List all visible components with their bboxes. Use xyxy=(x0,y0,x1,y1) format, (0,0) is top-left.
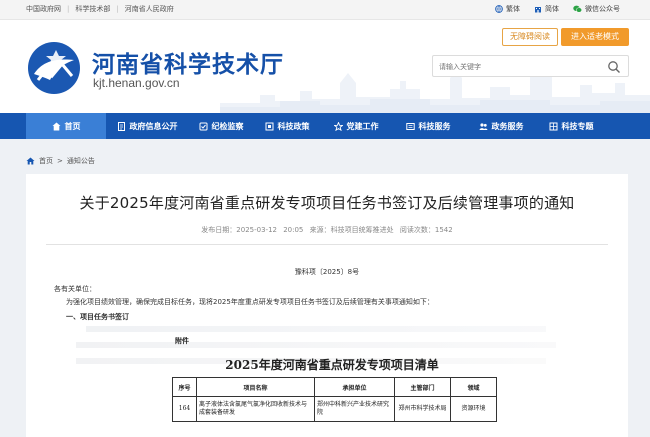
elder-mode-button[interactable]: 进入适老模式 xyxy=(561,28,629,46)
nav-item-label: 科技服务 xyxy=(418,121,451,131)
blurred-text-line xyxy=(86,326,546,332)
search-icon[interactable] xyxy=(607,60,621,74)
title-divider xyxy=(46,244,608,245)
view-count: 阅读次数：1542 xyxy=(399,226,453,234)
col-header-field: 领域 xyxy=(450,377,497,397)
inspect-icon xyxy=(199,122,207,130)
breadcrumb: 首页 > 通知公告 xyxy=(26,156,95,166)
nav-item-label: 党建工作 xyxy=(346,121,379,131)
home-icon[interactable] xyxy=(26,157,35,165)
link-gov-cn[interactable]: 中国政府网 xyxy=(26,4,61,14)
topic-icon xyxy=(549,122,557,130)
col-header-unit: 承担单位 xyxy=(314,377,395,397)
project-list-title: 2025年度河南省重点研发专项项目清单 xyxy=(225,358,439,372)
link-henan-gov[interactable]: 河南省人民政府 xyxy=(125,4,174,14)
nav-item[interactable]: 政府信息公开 xyxy=(106,113,188,139)
top-utility-bar: 中国政府网 | 科学技术部 | 河南省人民政府 繁体 简体 微信公众号 xyxy=(0,0,650,20)
separator: | xyxy=(67,5,70,13)
table-row: 164 离子液体法含氯尾气氯净化回收新技术与成套装备研发 郑州中科新兴产业技术研… xyxy=(172,396,497,422)
service-icon xyxy=(405,122,415,130)
simplified-label: 简体 xyxy=(545,5,559,13)
site-header: 河南省科学技术厅 kjt.henan.gov.cn 无障碍阅读 进入适老模式 xyxy=(0,20,650,113)
article-title: 关于2025年度河南省重点研发专项项目任务书签订及后续管理事项的通知 xyxy=(79,194,575,212)
search-box xyxy=(432,55,629,77)
wechat-icon xyxy=(573,5,582,13)
nav-list: 首页 政府信息公开 纪检监察 科技政策 党建工作 科技服务 政务服务 科技专题 xyxy=(26,113,604,139)
cell-department: 郑州市科学技术局 xyxy=(394,396,451,422)
separator: | xyxy=(116,5,119,13)
wechat-link[interactable]: 微信公众号 xyxy=(573,4,620,14)
nav-item[interactable]: 政务服务 xyxy=(464,113,538,139)
site-title[interactable]: 河南省科学技术厅 xyxy=(92,45,284,79)
nav-item[interactable]: 科技政策 xyxy=(254,113,320,139)
top-tools: 繁体 简体 微信公众号 xyxy=(495,4,620,14)
globe-icon xyxy=(495,5,503,13)
link-most[interactable]: 科学技术部 xyxy=(75,4,110,14)
traditional-label: 繁体 xyxy=(506,5,520,13)
nav-item[interactable]: 党建工作 xyxy=(320,113,392,139)
breadcrumb-sep: > xyxy=(57,157,63,165)
col-header-department: 主管部门 xyxy=(394,377,451,397)
wechat-label: 微信公众号 xyxy=(585,5,620,13)
nav-item-label: 首页 xyxy=(64,121,81,131)
traditional-chinese-link[interactable]: 繁体 xyxy=(495,4,520,14)
nav-item-label: 政务服务 xyxy=(491,121,524,131)
breadcrumb-current[interactable]: 通知公告 xyxy=(67,156,95,166)
gov-links: 中国政府网 | 科学技术部 | 河南省人民政府 xyxy=(26,4,174,14)
nav-item[interactable]: 首页 xyxy=(26,113,106,139)
project-table: 序号 项目名称 承担单位 主管部门 领域 164 离子液体法含氯尾气氯净化回收新… xyxy=(172,377,497,422)
document-icon xyxy=(117,121,125,131)
article-meta: 发布日期：2025-03-12 20:05 来源：科技项目统筹推进处 阅读次数：… xyxy=(26,225,628,235)
policy-icon xyxy=(265,122,273,130)
cell-unit: 郑州中科新兴产业技术研究院 xyxy=(314,396,395,422)
attachment-label: 附件 xyxy=(175,337,189,345)
section-heading: 一、项目任务书签订 xyxy=(66,313,129,321)
nav-item[interactable]: 科技专题 xyxy=(538,113,604,139)
simplified-chinese-link[interactable]: 简体 xyxy=(534,4,559,14)
blurred-text-line xyxy=(76,342,556,348)
cell-field: 资源环境 xyxy=(450,396,497,422)
article-source: 来源：科技项目统筹推进处 xyxy=(309,226,394,234)
people-icon xyxy=(479,122,487,130)
accessibility-reading-button[interactable]: 无障碍阅读 xyxy=(502,28,558,46)
cell-project-name: 离子液体法含氯尾气氯净化回收新技术与成套装备研发 xyxy=(196,396,315,422)
cell-index: 164 xyxy=(172,396,197,422)
nav-item[interactable]: 科技服务 xyxy=(392,113,464,139)
nav-item-label: 政府信息公开 xyxy=(129,121,178,131)
nav-item-label: 科技专题 xyxy=(561,121,594,131)
breadcrumb-home[interactable]: 首页 xyxy=(39,156,53,166)
nav-item-label: 纪检监察 xyxy=(211,121,244,131)
col-header-index: 序号 xyxy=(172,377,197,397)
intro-paragraph: 为强化项目绩效管理，确保完成目标任务，现将2025年度重点研发专项项目任务书签订… xyxy=(66,298,434,306)
main-nav: 首页 政府信息公开 纪检监察 科技政策 党建工作 科技服务 政务服务 科技专题 xyxy=(0,113,650,139)
table-header-row: 序号 项目名称 承担单位 主管部门 领域 xyxy=(172,377,497,397)
article-panel: 关于2025年度河南省重点研发专项项目任务书签订及后续管理事项的通知 发布日期：… xyxy=(26,174,628,437)
home-icon xyxy=(52,122,60,130)
document-number: 豫科项〔2025〕8号 xyxy=(294,268,360,276)
henan-science-logo xyxy=(28,42,80,94)
search-input[interactable] xyxy=(439,60,599,74)
salutation: 各有关单位： xyxy=(54,285,96,293)
building-icon xyxy=(535,7,541,13)
star-icon xyxy=(333,121,343,131)
publish-date: 发布日期：2025-03-12 20:05 xyxy=(201,226,304,234)
site-url: kjt.henan.gov.cn xyxy=(93,76,180,90)
col-header-project-name: 项目名称 xyxy=(196,377,315,397)
nav-item[interactable]: 纪检监察 xyxy=(188,113,254,139)
nav-item-label: 科技政策 xyxy=(277,121,310,131)
